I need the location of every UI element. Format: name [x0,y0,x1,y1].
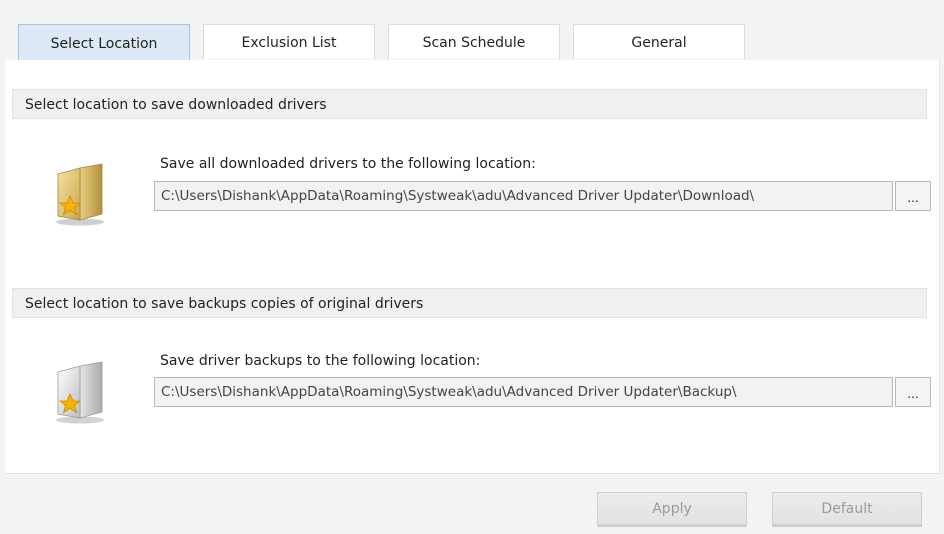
backup-browse-button[interactable]: ... [895,377,931,407]
select-location-panel [5,60,940,474]
backup-section-header: Select location to save backups copies o… [12,288,927,318]
tab-general[interactable]: General [573,24,745,59]
default-button[interactable]: Default [772,492,922,525]
folder-star-icon [56,163,104,226]
tab-exclusion-list[interactable]: Exclusion List [203,24,375,59]
download-browse-button[interactable]: ... [895,181,931,211]
tab-scan-schedule[interactable]: Scan Schedule [388,24,560,59]
tab-select-location[interactable]: Select Location [18,24,190,61]
download-section-header: Select location to save downloaded drive… [12,89,927,119]
download-location-prompt: Save all downloaded drivers to the follo… [160,156,536,172]
document-star-icon [56,361,104,424]
backup-location-prompt: Save driver backups to the following loc… [160,353,481,369]
apply-button[interactable]: Apply [597,492,747,525]
download-path-field[interactable] [154,181,893,211]
backup-path-field[interactable] [154,377,893,407]
